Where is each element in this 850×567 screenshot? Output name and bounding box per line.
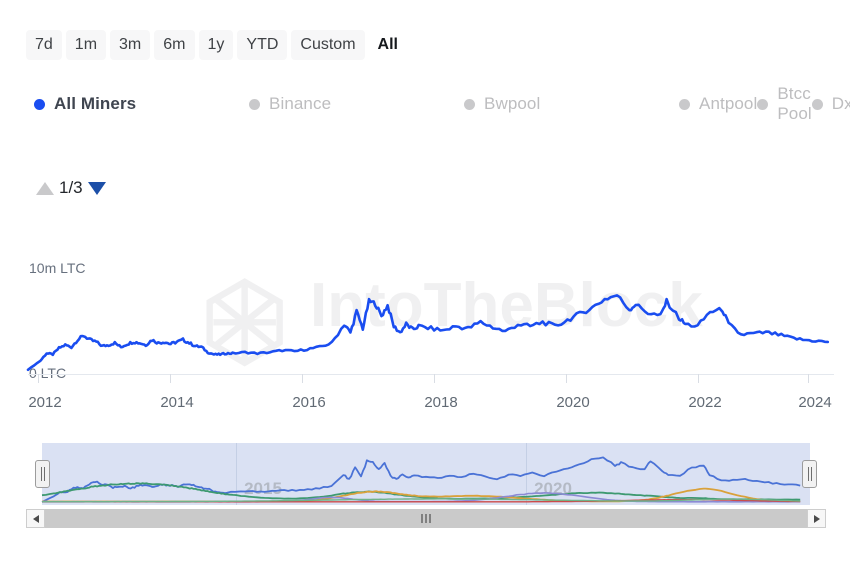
series-dot-icon — [679, 99, 690, 110]
legend-label: Dxpool — [832, 94, 850, 114]
range-selector: 7d 1m 3m 6m 1y YTD Custom All — [26, 30, 407, 60]
range-button-1m[interactable]: 1m — [66, 30, 106, 60]
legend-label: Binance — [269, 94, 331, 114]
main-chart[interactable]: 10m LTC IntoTheBlock 0 LTC 2012 2014 201… — [0, 248, 850, 413]
scrollbar-track[interactable] — [45, 509, 807, 528]
x-tick-2012: 2012 — [28, 394, 61, 411]
legend-page-count: 1/3 — [56, 178, 86, 198]
arrow-left-icon — [33, 515, 39, 523]
x-tick-2022: 2022 — [688, 394, 721, 411]
x-tick-2020: 2020 — [556, 394, 589, 411]
chart-plot-area[interactable]: IntoTheBlock — [0, 248, 850, 378]
navigator-series-blue — [42, 457, 800, 502]
range-button-6m[interactable]: 6m — [154, 30, 194, 60]
range-button-ytd[interactable]: YTD — [237, 30, 287, 60]
legend-item-bwpool[interactable]: Bwpool — [464, 92, 679, 116]
range-button-all[interactable]: All — [369, 30, 407, 60]
chart-navigator[interactable]: 2015 2020 — [26, 443, 826, 505]
legend-item-all-miners[interactable]: All Miners — [34, 92, 249, 116]
grip-lines-icon — [425, 514, 427, 523]
series-dot-icon — [249, 99, 260, 110]
x-axis: 2012 2014 2016 2018 2020 2022 2024 — [0, 374, 850, 408]
legend-label: Bwpool — [484, 94, 540, 114]
triangle-up-icon[interactable] — [36, 182, 54, 195]
legend-label: Btcc Pool — [777, 84, 811, 124]
range-button-1y[interactable]: 1y — [199, 30, 234, 60]
navigator-plot — [26, 443, 826, 505]
range-button-7d[interactable]: 7d — [26, 30, 62, 60]
drag-handle-icon — [41, 467, 42, 481]
series-dot-icon — [812, 99, 823, 110]
legend-item-dxpool[interactable]: Dxpool — [812, 92, 850, 116]
x-tick-2018: 2018 — [424, 394, 457, 411]
navigator-handle-right[interactable] — [802, 460, 817, 488]
series-legend: All Miners Binance Bwpool Antpool Btcc P… — [34, 92, 850, 116]
series-dot-icon — [757, 99, 768, 110]
x-tick-2016: 2016 — [292, 394, 325, 411]
range-button-custom[interactable]: Custom — [291, 30, 364, 60]
scroll-left-button[interactable] — [26, 509, 45, 528]
series-dot-icon — [464, 99, 475, 110]
watermark: IntoTheBlock — [210, 271, 704, 363]
legend-item-btcc-pool[interactable]: Btcc Pool — [757, 92, 811, 116]
arrow-right-icon — [814, 515, 820, 523]
horizontal-scrollbar[interactable] — [26, 509, 826, 528]
drag-handle-icon — [44, 467, 45, 481]
grip-lines-icon — [429, 514, 431, 523]
legend-pager: 1/3 — [36, 178, 106, 198]
scroll-right-button[interactable] — [807, 509, 826, 528]
navigator-handle-left[interactable] — [35, 460, 50, 488]
triangle-down-icon[interactable] — [88, 182, 106, 195]
drag-handle-icon — [811, 467, 812, 481]
drag-handle-icon — [808, 467, 809, 481]
range-button-3m[interactable]: 3m — [110, 30, 150, 60]
x-axis-line — [28, 374, 834, 375]
legend-item-antpool[interactable]: Antpool — [679, 92, 757, 116]
legend-label: Antpool — [699, 94, 757, 114]
legend-label: All Miners — [54, 94, 136, 114]
grip-lines-icon — [421, 514, 423, 523]
legend-item-binance[interactable]: Binance — [249, 92, 464, 116]
scrollbar-thumb[interactable] — [45, 509, 807, 528]
x-tick-2024: 2024 — [798, 394, 831, 411]
x-tick-2014: 2014 — [160, 394, 193, 411]
series-dot-icon — [34, 99, 45, 110]
